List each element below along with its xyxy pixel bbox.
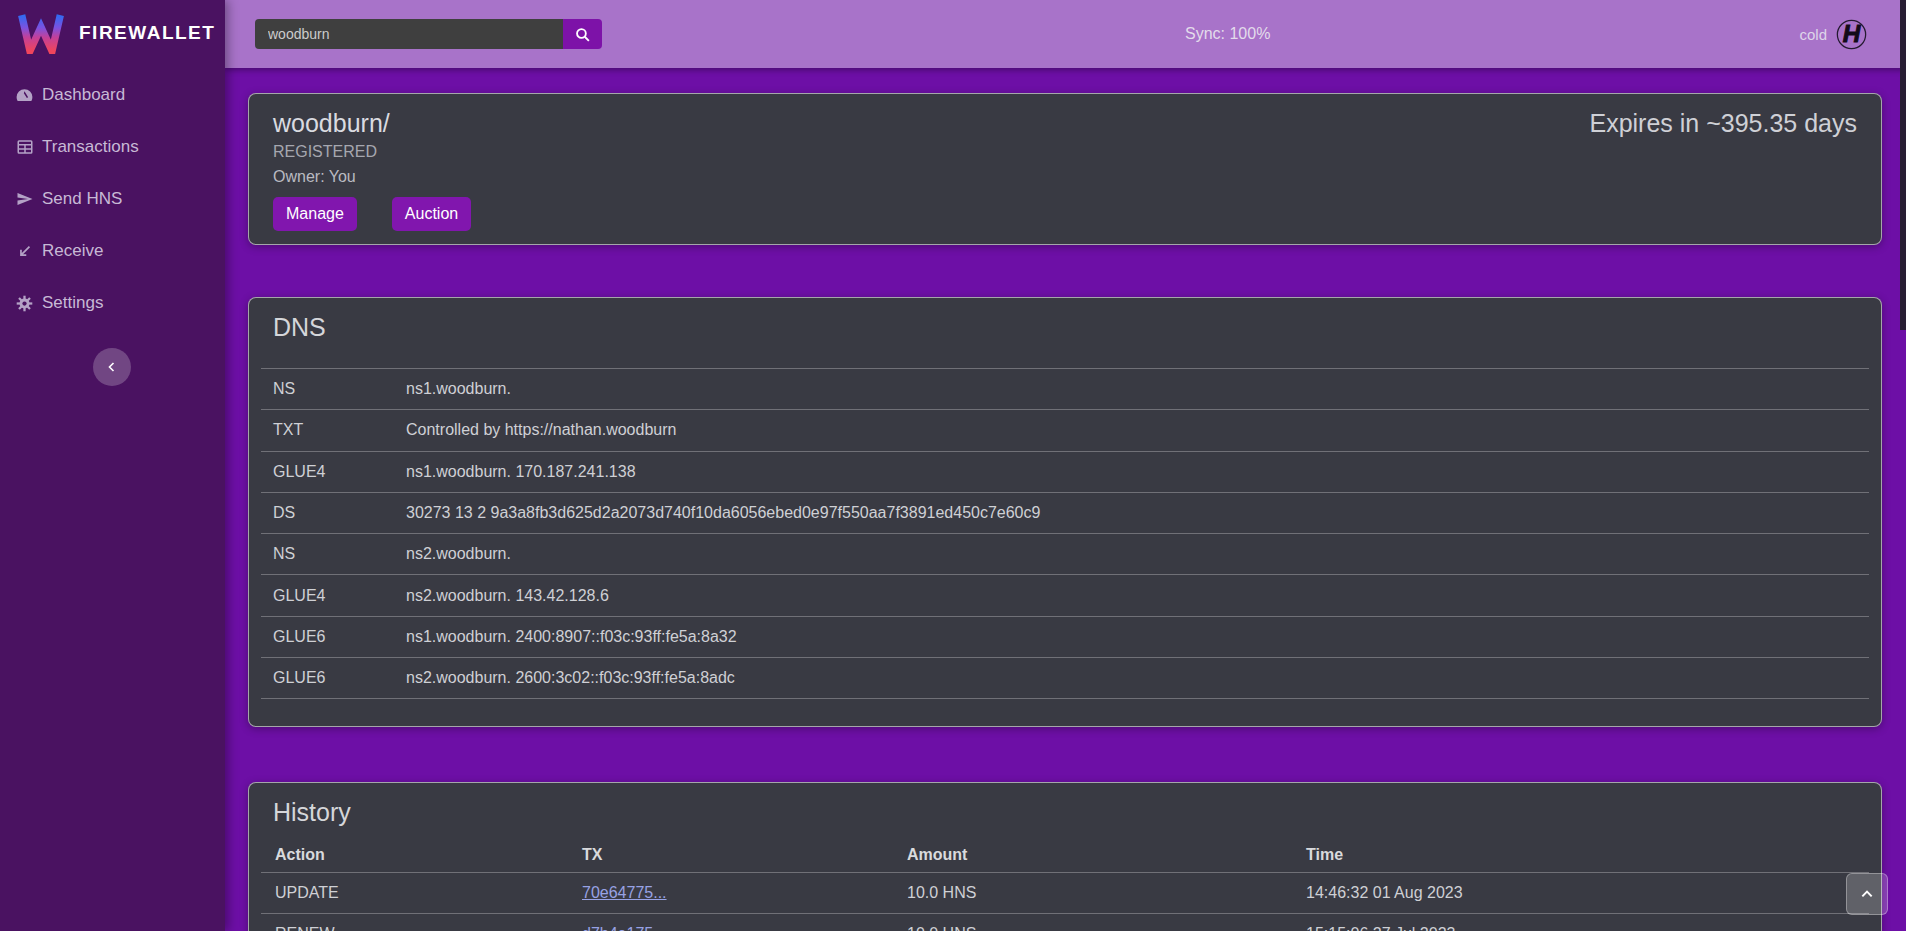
search-button[interactable] (563, 19, 602, 49)
sidebar-item-receive[interactable]: Receive (0, 225, 225, 277)
dns-row: NSns2.woodburn. (261, 533, 1869, 574)
sidebar-item-send-hns[interactable]: Send HNS (0, 173, 225, 225)
dns-record-value: ns2.woodburn. 143.42.128.6 (406, 587, 1869, 605)
dns-row: GLUE4ns1.woodburn. 170.187.241.138 (261, 451, 1869, 492)
history-header-amount: Amount (907, 846, 1306, 864)
history-card: History Action TX Amount Time UPDATE 70e… (248, 782, 1882, 931)
send-icon (15, 190, 34, 209)
history-header-action: Action (261, 846, 582, 864)
dns-record-type: DS (261, 504, 406, 522)
dns-record-value: ns2.woodburn. (406, 545, 1869, 563)
history-row: UPDATE 70e64775... 10.0 HNS 14:46:32 01 … (261, 873, 1869, 914)
dashboard-icon (15, 86, 34, 105)
history-time: 15:15:06 27 Jul 2023 (1306, 925, 1869, 931)
dns-card: DNS NSns1.woodburn. TXTControlled by htt… (248, 297, 1882, 727)
scroll-to-top-button[interactable] (1846, 873, 1888, 915)
history-header-tx: TX (582, 846, 907, 864)
sidebar: FIREWALLET Dashboard Transactions Send H… (0, 0, 225, 931)
sidebar-collapse-button[interactable] (93, 348, 131, 386)
dns-row: GLUE4ns2.woodburn. 143.42.128.6 (261, 574, 1869, 615)
sync-status: Sync: 100% (1185, 0, 1270, 68)
gear-icon (15, 294, 34, 313)
svg-text:H: H (1843, 20, 1861, 47)
auction-button[interactable]: Auction (392, 197, 471, 231)
dns-row: TXTControlled by https://nathan.woodburn (261, 409, 1869, 450)
dns-record-type: TXT (261, 421, 406, 439)
dns-record-type: NS (261, 380, 406, 398)
brand-logo-row: FIREWALLET (0, 0, 225, 54)
history-header-row: Action TX Amount Time (261, 837, 1869, 873)
dns-row: GLUE6ns2.woodburn. 2600:3c02::f03c:93ff:… (261, 657, 1869, 698)
receive-icon (15, 242, 34, 261)
dns-record-type: GLUE6 (261, 628, 406, 646)
dns-row: DS30273 13 2 9a3a8fb3d625d2a2073d740f10d… (261, 492, 1869, 533)
dns-record-value: 30273 13 2 9a3a8fb3d625d2a2073d740f10da6… (406, 504, 1869, 522)
brand-name: FIREWALLET (79, 22, 215, 44)
history-title: History (273, 797, 1857, 827)
search-icon (574, 26, 591, 43)
dns-row: GLUE6ns1.woodburn. 2400:8907::f03c:93ff:… (261, 616, 1869, 657)
tx-link[interactable]: d7b4e175... (582, 925, 667, 931)
history-header-time: Time (1306, 846, 1869, 864)
history-amount: 10.0 HNS (907, 925, 1306, 931)
topbar: Sync: 100% cold H (225, 0, 1906, 68)
dns-record-type: NS (261, 545, 406, 563)
history-amount: 10.0 HNS (907, 884, 1306, 902)
search-input[interactable] (255, 19, 563, 49)
dns-table: NSns1.woodburn. TXTControlled by https:/… (261, 368, 1869, 699)
dns-title: DNS (273, 312, 1857, 342)
sidebar-item-label: Dashboard (42, 85, 125, 105)
wallet-indicator[interactable]: cold H (1799, 0, 1867, 68)
transactions-icon (15, 138, 34, 157)
scrollbar-thumb[interactable] (1900, 0, 1906, 330)
search-bar (255, 19, 602, 49)
sidebar-item-label: Send HNS (42, 189, 122, 209)
sidebar-item-transactions[interactable]: Transactions (0, 121, 225, 173)
history-action: UPDATE (261, 884, 582, 902)
firewallet-logo-icon (18, 12, 64, 54)
domain-actions: Manage Auction (273, 197, 1857, 231)
manage-button[interactable]: Manage (273, 197, 357, 231)
dns-record-type: GLUE6 (261, 669, 406, 687)
domain-expiry: Expires in ~395.35 days (1589, 108, 1857, 138)
domain-card: woodburn/ REGISTERED Owner: You Manage A… (248, 93, 1882, 245)
wallet-name: cold (1799, 26, 1827, 43)
chevron-up-icon (1860, 887, 1874, 901)
history-action: RENEW (261, 925, 582, 931)
history-table: Action TX Amount Time UPDATE 70e64775...… (261, 837, 1869, 931)
domain-owner: Owner: You (273, 167, 1857, 186)
sidebar-nav: Dashboard Transactions Send HNS Receive (0, 69, 225, 329)
dns-record-value: ns1.woodburn. (406, 380, 1869, 398)
dns-record-value: Controlled by https://nathan.woodburn (406, 421, 1869, 439)
handshake-icon: H (1836, 19, 1867, 50)
dns-record-value: ns1.woodburn. 2400:8907::f03c:93ff:fe5a:… (406, 628, 1869, 646)
dns-record-type: GLUE4 (261, 587, 406, 605)
dns-record-value: ns1.woodburn. 170.187.241.138 (406, 463, 1869, 481)
dns-record-type: GLUE4 (261, 463, 406, 481)
sidebar-item-label: Receive (42, 241, 103, 261)
domain-status: REGISTERED (273, 142, 1857, 161)
sidebar-item-label: Transactions (42, 137, 139, 157)
history-row: RENEW d7b4e175... 10.0 HNS 15:15:06 27 J… (261, 914, 1869, 931)
sidebar-item-dashboard[interactable]: Dashboard (0, 69, 225, 121)
tx-link[interactable]: 70e64775... (582, 884, 667, 901)
chevron-left-icon (106, 361, 118, 373)
dns-row: NSns1.woodburn. (261, 368, 1869, 409)
sidebar-item-settings[interactable]: Settings (0, 277, 225, 329)
history-time: 14:46:32 01 Aug 2023 (1306, 884, 1869, 902)
sidebar-item-label: Settings (42, 293, 103, 313)
dns-record-value: ns2.woodburn. 2600:3c02::f03c:93ff:fe5a:… (406, 669, 1869, 687)
